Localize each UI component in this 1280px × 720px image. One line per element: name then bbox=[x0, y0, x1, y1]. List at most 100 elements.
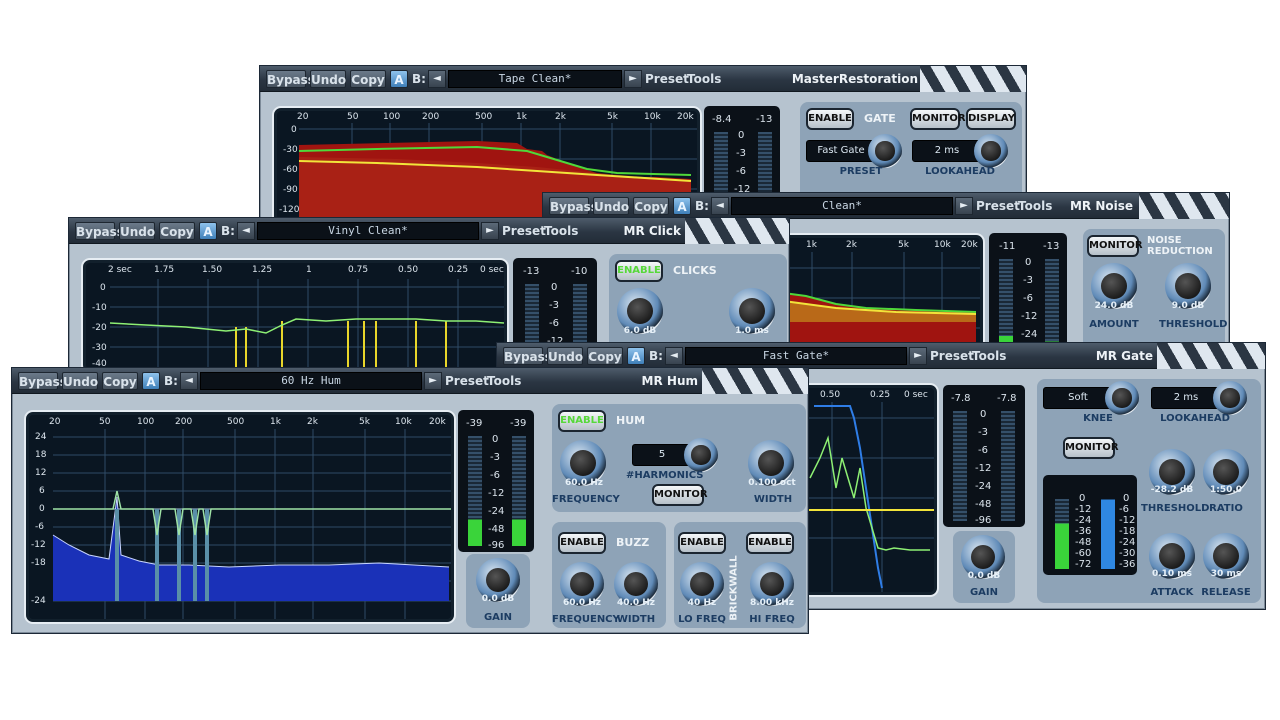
time-tick: 1.50 bbox=[202, 265, 223, 275]
noise-monitor-button[interactable]: MONITOR bbox=[1087, 235, 1143, 257]
arrow-right-icon[interactable]: ► bbox=[909, 347, 927, 365]
preset-name-display[interactable]: 60 Hz Hum bbox=[200, 372, 422, 390]
freq-tick: 1k bbox=[806, 240, 817, 250]
gate-display-button[interactable]: DISPLAY bbox=[966, 108, 1016, 130]
db-tick: -30 bbox=[283, 145, 298, 155]
clicks-enable-button[interactable]: ENABLE bbox=[615, 260, 663, 282]
hum-width-label: WIDTH bbox=[753, 494, 793, 505]
threshold-label: THRESHOLD bbox=[1159, 319, 1228, 330]
bypass-button[interactable]: Bypass bbox=[266, 70, 315, 88]
preset-menu[interactable]: Preset bbox=[930, 347, 974, 365]
knob-icon[interactable] bbox=[684, 438, 718, 472]
bypass-button[interactable]: Bypass bbox=[18, 372, 67, 390]
buzz-enable-button[interactable]: ENABLE bbox=[558, 532, 606, 554]
undo-button[interactable]: Undo bbox=[310, 70, 346, 88]
gate-header: GATE bbox=[864, 112, 896, 125]
arrow-left-icon[interactable]: ◄ bbox=[180, 372, 198, 390]
ab-toggle-button[interactable]: A bbox=[627, 347, 645, 365]
hum-width-value: 0.100 oct bbox=[748, 478, 796, 488]
hi-freq-value: 8.00 kHz bbox=[749, 598, 795, 608]
knob-icon[interactable] bbox=[974, 134, 1008, 168]
meter-bar-right bbox=[512, 436, 526, 546]
meter-scale: -6 bbox=[549, 318, 559, 329]
preset-menu[interactable]: Preset bbox=[445, 372, 489, 390]
undo-button[interactable]: Undo bbox=[62, 372, 98, 390]
undo-button[interactable]: Undo bbox=[119, 222, 155, 240]
hum-enable-button[interactable]: ENABLE bbox=[558, 410, 606, 432]
plugin-title: MR Click bbox=[623, 224, 682, 238]
freq-tick: 100 bbox=[137, 417, 155, 427]
lo-freq-label: LO FREQ bbox=[678, 614, 726, 625]
harmonics-display[interactable]: 5 bbox=[632, 444, 692, 466]
db-tick: 0 bbox=[39, 504, 45, 514]
arrow-right-icon[interactable]: ► bbox=[424, 372, 442, 390]
copy-button[interactable]: Copy bbox=[159, 222, 195, 240]
gr-meter-bar bbox=[1101, 495, 1115, 569]
tools-menu[interactable]: Tools bbox=[487, 372, 521, 390]
arrow-left-icon[interactable]: ◄ bbox=[665, 347, 683, 365]
arrow-right-icon[interactable]: ► bbox=[955, 197, 973, 215]
gain-label: GAIN bbox=[969, 587, 999, 598]
preset-name-display[interactable]: Vinyl Clean* bbox=[257, 222, 479, 240]
preset-menu[interactable]: Preset bbox=[976, 197, 1020, 215]
plugin-title: MasterRestoration bbox=[791, 72, 918, 86]
preset-menu[interactable]: Preset bbox=[502, 222, 546, 240]
arrow-left-icon[interactable]: ◄ bbox=[237, 222, 255, 240]
meter-bar-left bbox=[999, 259, 1013, 353]
bypass-button[interactable]: Bypass bbox=[549, 197, 598, 215]
preset-name-display[interactable]: Clean* bbox=[731, 197, 953, 215]
preset-name-display[interactable]: Tape Clean* bbox=[448, 70, 622, 88]
tools-menu[interactable]: Tools bbox=[972, 347, 1006, 365]
time-tick: 1.25 bbox=[252, 265, 273, 275]
brand-stripes bbox=[702, 368, 808, 394]
tools-menu[interactable]: Tools bbox=[544, 222, 578, 240]
arrow-right-icon[interactable]: ► bbox=[481, 222, 499, 240]
db-tick: 24 bbox=[35, 432, 47, 442]
harmonics-label: #HARMONICS bbox=[626, 470, 704, 481]
knob-icon[interactable] bbox=[1105, 381, 1139, 415]
db-tick: -6 bbox=[35, 522, 44, 532]
gate-monitor-button[interactable]: MONITOR bbox=[1063, 437, 1119, 459]
preset-menu[interactable]: Preset bbox=[645, 70, 689, 88]
b-label: B: bbox=[164, 374, 178, 388]
meter-scale: 0 bbox=[551, 282, 558, 293]
bypass-button[interactable]: Bypass bbox=[503, 347, 552, 365]
arrow-left-icon[interactable]: ◄ bbox=[711, 197, 729, 215]
meter-right-peak: -13 bbox=[1043, 241, 1060, 252]
undo-button[interactable]: Undo bbox=[547, 347, 583, 365]
bypass-button[interactable]: Bypass bbox=[75, 222, 124, 240]
copy-button[interactable]: Copy bbox=[350, 70, 386, 88]
freq-tick: 20 bbox=[49, 417, 61, 427]
b-label: B: bbox=[221, 224, 235, 238]
hum-monitor-button[interactable]: MONITOR bbox=[652, 484, 708, 506]
gate-lookahead-label: LOOKAHEAD bbox=[925, 166, 995, 177]
arrow-right-icon[interactable]: ► bbox=[624, 70, 642, 88]
freq-tick: 5k bbox=[359, 417, 370, 427]
copy-button[interactable]: Copy bbox=[587, 347, 623, 365]
freq-tick: 200 bbox=[175, 417, 193, 427]
arrow-left-icon[interactable]: ◄ bbox=[428, 70, 446, 88]
hi-enable-button[interactable]: ENABLE bbox=[746, 532, 794, 554]
copy-button[interactable]: Copy bbox=[633, 197, 669, 215]
freq-tick: 20k bbox=[961, 240, 978, 250]
copy-button[interactable]: Copy bbox=[102, 372, 138, 390]
gate-monitor-button[interactable]: MONITOR bbox=[910, 108, 966, 130]
db-tick: -18 bbox=[31, 558, 46, 568]
tools-menu[interactable]: Tools bbox=[687, 70, 721, 88]
lo-enable-button[interactable]: ENABLE bbox=[678, 532, 726, 554]
clicks-knob2-value: 1.0 ms bbox=[735, 326, 769, 336]
ab-toggle-button[interactable]: A bbox=[673, 197, 691, 215]
ab-toggle-button[interactable]: A bbox=[199, 222, 217, 240]
undo-button[interactable]: Undo bbox=[593, 197, 629, 215]
knee-display[interactable]: Soft bbox=[1043, 387, 1113, 409]
gate-preset-display[interactable]: Fast Gate bbox=[806, 140, 876, 162]
gain-value: 0.0 dB bbox=[481, 594, 515, 604]
gate-enable-button[interactable]: ENABLE bbox=[806, 108, 854, 130]
ab-toggle-button[interactable]: A bbox=[142, 372, 160, 390]
preset-name-display[interactable]: Fast Gate* bbox=[685, 347, 907, 365]
knob-icon[interactable] bbox=[868, 134, 902, 168]
ab-toggle-button[interactable]: A bbox=[390, 70, 408, 88]
lookahead-display[interactable]: 2 ms bbox=[1151, 387, 1221, 409]
gate-lookahead-display[interactable]: 2 ms bbox=[912, 140, 982, 162]
knob-icon[interactable] bbox=[1213, 381, 1247, 415]
